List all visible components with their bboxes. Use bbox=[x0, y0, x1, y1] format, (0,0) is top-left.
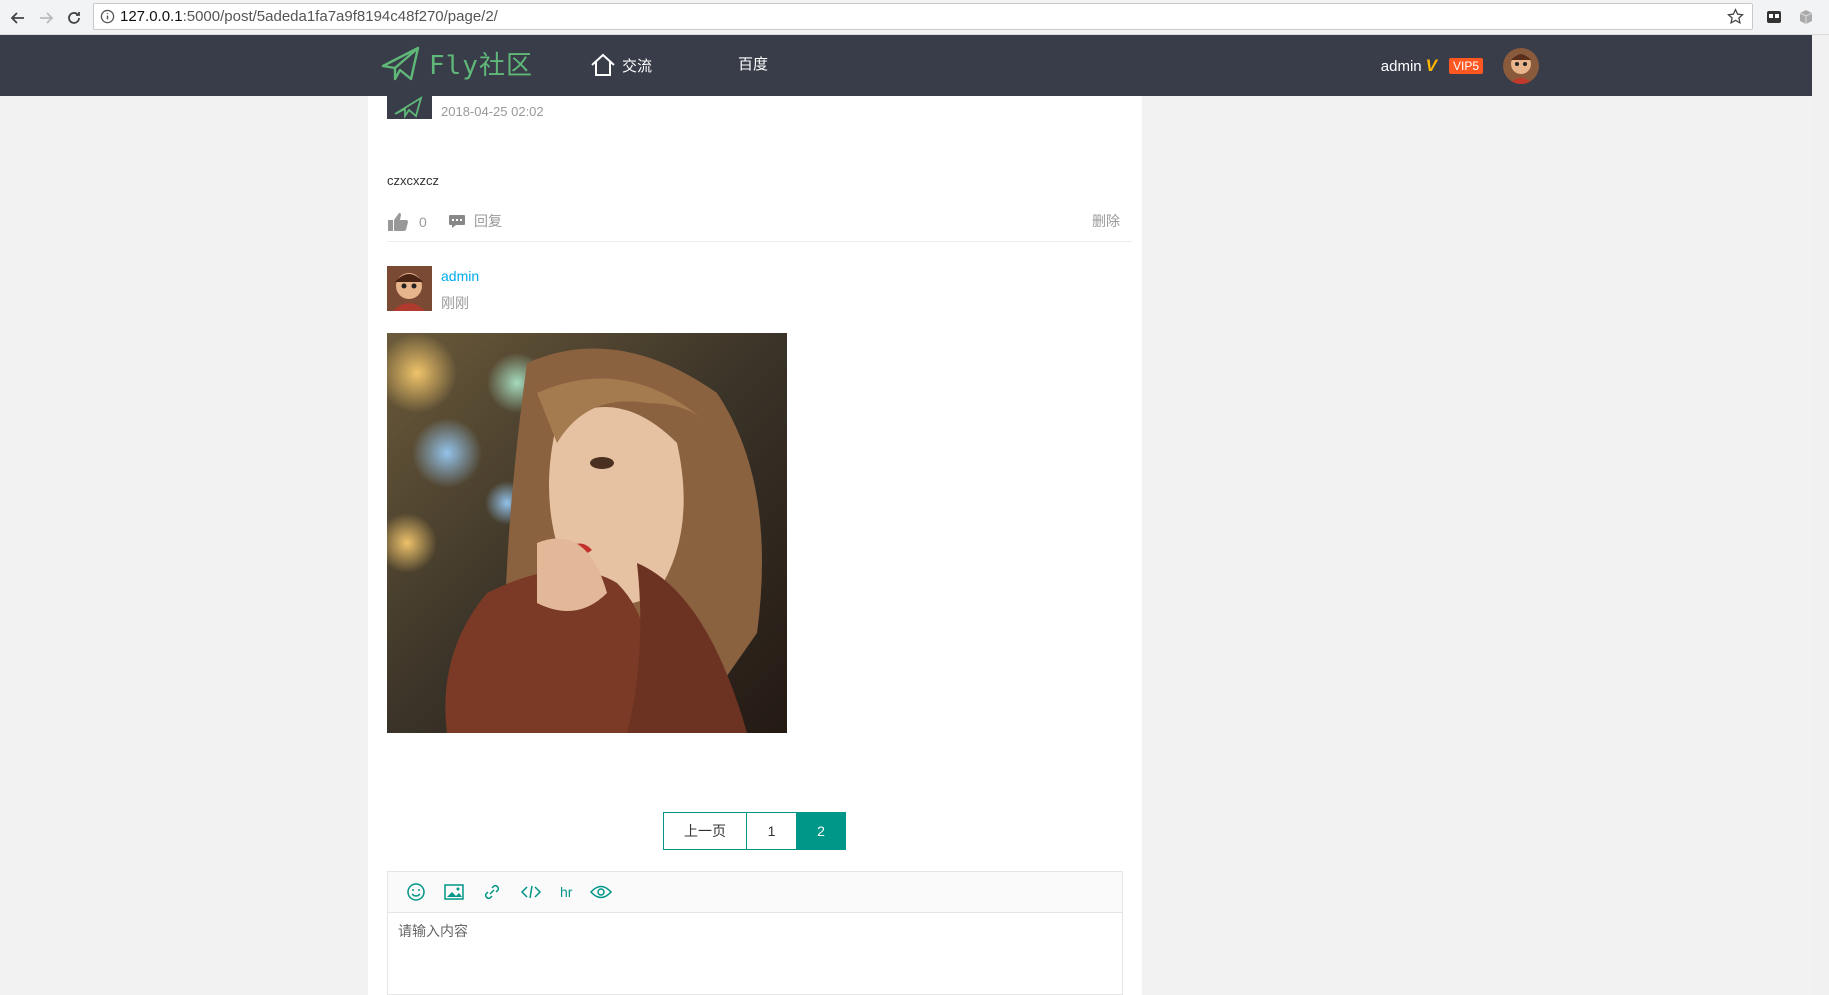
reply-content: czxcxzcz bbox=[387, 173, 439, 188]
reply-actions: 0 回复 删除 bbox=[387, 211, 1132, 242]
delete-button[interactable]: 删除 bbox=[1092, 211, 1120, 231]
extension-cube-icon[interactable] bbox=[1796, 7, 1816, 27]
scrollbar[interactable] bbox=[1812, 35, 1829, 995]
url-path: :5000/post/5adeda1fa7a9f8194c48f270/page… bbox=[182, 8, 498, 25]
site-header: Fly社区 交流 百度 admin V VIP5 bbox=[0, 35, 1829, 96]
reply-button[interactable]: 回复 bbox=[448, 211, 502, 231]
extension-icon[interactable] bbox=[1764, 7, 1784, 27]
address-bar[interactable]: 127.0.0.1:5000/post/5adeda1fa7a9f8194c48… bbox=[93, 3, 1753, 30]
reload-button[interactable] bbox=[62, 6, 86, 30]
logo-text: Fly社区 bbox=[429, 51, 533, 81]
url-host: 127.0.0.1 bbox=[120, 8, 183, 25]
avatar[interactable] bbox=[1503, 48, 1539, 84]
insert-link-button[interactable] bbox=[482, 882, 502, 902]
forward-button[interactable] bbox=[34, 6, 58, 30]
like-count: 0 bbox=[419, 214, 427, 230]
comment-image[interactable] bbox=[387, 333, 787, 733]
comment-author[interactable]: admin bbox=[441, 268, 479, 284]
nav-item-exchange[interactable]: 交流 bbox=[590, 53, 652, 77]
comment-editor: hr 请输入内容 bbox=[387, 871, 1123, 995]
nav-label: 百度 bbox=[738, 56, 769, 73]
avatar[interactable] bbox=[387, 94, 432, 119]
link-icon bbox=[484, 884, 500, 900]
delete-label: 删除 bbox=[1092, 213, 1120, 229]
back-arrow-icon bbox=[10, 12, 24, 24]
reload-icon bbox=[68, 12, 80, 24]
comment-textarea[interactable]: 请输入内容 bbox=[388, 913, 1122, 949]
bookmark-star-icon[interactable] bbox=[1727, 8, 1744, 25]
paper-plane-icon bbox=[381, 46, 420, 80]
avatar[interactable] bbox=[387, 266, 432, 311]
post-detail-panel: 2018-04-25 02:02 czxcxzcz 0 回复 删除 admin … bbox=[368, 94, 1142, 995]
user-menu[interactable]: admin V VIP5 bbox=[1381, 48, 1539, 84]
nav-item-baidu[interactable]: 百度 bbox=[738, 53, 768, 74]
nav-label: 交流 bbox=[622, 57, 653, 75]
editor-toolbar: hr bbox=[388, 872, 1122, 913]
reply-label: 回复 bbox=[474, 213, 502, 229]
verified-icon: V bbox=[1425, 56, 1437, 75]
preview-button[interactable] bbox=[590, 884, 613, 900]
code-icon bbox=[520, 885, 542, 899]
pagination: 上一页 1 2 bbox=[663, 812, 846, 850]
comment-time: 刚刚 bbox=[441, 295, 469, 311]
back-button[interactable] bbox=[6, 6, 30, 30]
forward-arrow-icon bbox=[40, 12, 54, 24]
face-icon bbox=[407, 883, 425, 901]
preview-eye-icon bbox=[590, 885, 613, 899]
info-icon[interactable] bbox=[100, 9, 115, 24]
insert-image-button[interactable] bbox=[444, 883, 464, 901]
image-icon bbox=[444, 884, 464, 900]
browser-toolbar: 127.0.0.1:5000/post/5adeda1fa7a9f8194c48… bbox=[0, 0, 1829, 35]
like-button[interactable]: 0 bbox=[387, 211, 427, 233]
page-1-button[interactable]: 1 bbox=[747, 812, 797, 850]
comment-icon bbox=[449, 215, 465, 228]
vip-badge: VIP5 bbox=[1448, 58, 1483, 74]
prev-page-button[interactable]: 上一页 bbox=[663, 812, 747, 850]
thumbs-up-icon bbox=[388, 213, 408, 231]
username[interactable]: admin bbox=[1381, 58, 1422, 75]
insert-hr-button[interactable]: hr bbox=[560, 884, 572, 900]
reply-date: 2018-04-25 02:02 bbox=[441, 104, 544, 119]
home-icon bbox=[591, 53, 615, 76]
emoji-button[interactable] bbox=[406, 882, 426, 902]
page-2-button[interactable]: 2 bbox=[797, 812, 846, 850]
site-logo[interactable]: Fly社区 bbox=[381, 45, 533, 82]
insert-code-button[interactable] bbox=[520, 883, 542, 901]
